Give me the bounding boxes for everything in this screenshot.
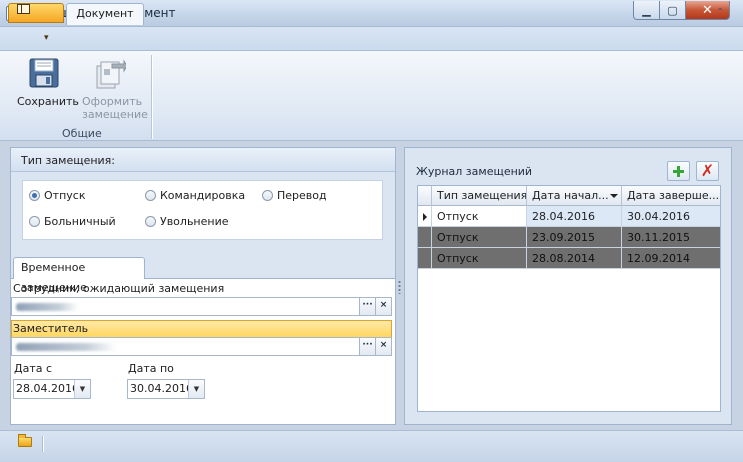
radio-label-dismissal[interactable]: Увольнение <box>160 215 229 228</box>
table-cell[interactable]: 12.09.2014 <box>622 248 720 269</box>
ribbon-tab-strip <box>0 27 743 51</box>
radio-sick-leave[interactable] <box>29 216 40 227</box>
sort-desc-icon <box>610 194 618 198</box>
date-to-value: 30.04.2016 <box>130 382 193 395</box>
ribbon-group-separator <box>151 55 152 139</box>
date-from-label: Дата с <box>14 362 53 375</box>
date-from-dropdown-icon[interactable]: ▼ <box>74 380 90 398</box>
column-header-start-date[interactable]: Дата начал... <box>527 186 622 206</box>
row-indicator <box>418 227 432 248</box>
substitute-label: Заместитель <box>13 322 89 335</box>
save-icon[interactable] <box>28 57 60 89</box>
radio-dismissal[interactable] <box>145 216 156 227</box>
table-cell[interactable]: 30.11.2015 <box>622 227 720 248</box>
status-bar-separator <box>42 436 43 452</box>
form-substitution-button-label: Оформить замещение <box>82 95 148 121</box>
radio-transfer[interactable] <box>262 190 273 201</box>
grid-header-corner <box>418 186 432 206</box>
column-header-start-date-label: Дата начал... <box>532 189 609 202</box>
current-row-arrow-icon <box>423 213 427 221</box>
substitution-type-title: Тип замещения: <box>21 154 116 167</box>
delete-icon[interactable]: ✗ <box>696 161 719 181</box>
save-button-label[interactable]: Сохранить <box>17 95 79 108</box>
tab-document[interactable]: Документ <box>66 3 144 25</box>
table-cell[interactable]: 28.08.2014 <box>527 248 622 269</box>
table-cell[interactable]: 23.09.2015 <box>527 227 622 248</box>
radio-vacation[interactable] <box>29 190 40 201</box>
table-cell[interactable]: Отпуск <box>432 248 527 269</box>
date-to-label: Дата по <box>128 362 174 375</box>
employee-label: Сотрудник, ожидающий замещения <box>13 282 225 295</box>
minimize-button[interactable]: ▁ <box>633 1 660 20</box>
splitter-handle[interactable] <box>398 280 401 294</box>
radio-label-business-trip[interactable]: Командировка <box>160 189 245 202</box>
status-bar <box>0 430 743 462</box>
employee-value-redacted <box>16 303 78 311</box>
radio-label-vacation[interactable]: Отпуск <box>44 189 85 202</box>
app-menu-icon <box>17 4 30 14</box>
table-cell[interactable]: 28.04.2016 <box>527 206 622 227</box>
ribbon-group-label: Общие <box>62 127 102 140</box>
chevron-up-icon[interactable]: ⌃ <box>716 7 724 18</box>
substitute-browse-button[interactable]: ··· <box>359 338 375 355</box>
radio-business-trip[interactable] <box>145 190 156 201</box>
date-from-value: 28.04.2016 <box>16 382 79 395</box>
employee-clear-button[interactable]: × <box>375 298 391 315</box>
chevron-down-icon: ▾ <box>44 33 49 43</box>
document-arrow-icon <box>96 59 126 89</box>
maximize-button[interactable]: ▢ <box>659 1 686 20</box>
substitute-value-redacted <box>16 343 116 351</box>
substitute-clear-button[interactable]: × <box>375 338 391 355</box>
journal-title: Журнал замещений <box>416 165 533 178</box>
table-cell[interactable]: 30.04.2016 <box>622 206 720 227</box>
add-icon[interactable] <box>667 161 690 181</box>
folder-icon[interactable] <box>18 434 32 447</box>
table-cell[interactable]: Отпуск <box>432 206 527 227</box>
radio-label-transfer[interactable]: Перевод <box>277 189 327 202</box>
column-header-end-date[interactable]: Дата заверше... <box>622 186 720 206</box>
tab-temporary-substitution[interactable]: Временное замещение <box>13 257 145 294</box>
date-to-dropdown-icon[interactable]: ▼ <box>188 380 204 398</box>
table-cell[interactable]: Отпуск <box>432 227 527 248</box>
employee-browse-button[interactable]: ··· <box>359 298 375 315</box>
row-indicator <box>418 248 432 269</box>
column-header-type[interactable]: Тип замещения <box>432 186 527 206</box>
radio-label-sick-leave[interactable]: Больничный <box>44 215 116 228</box>
